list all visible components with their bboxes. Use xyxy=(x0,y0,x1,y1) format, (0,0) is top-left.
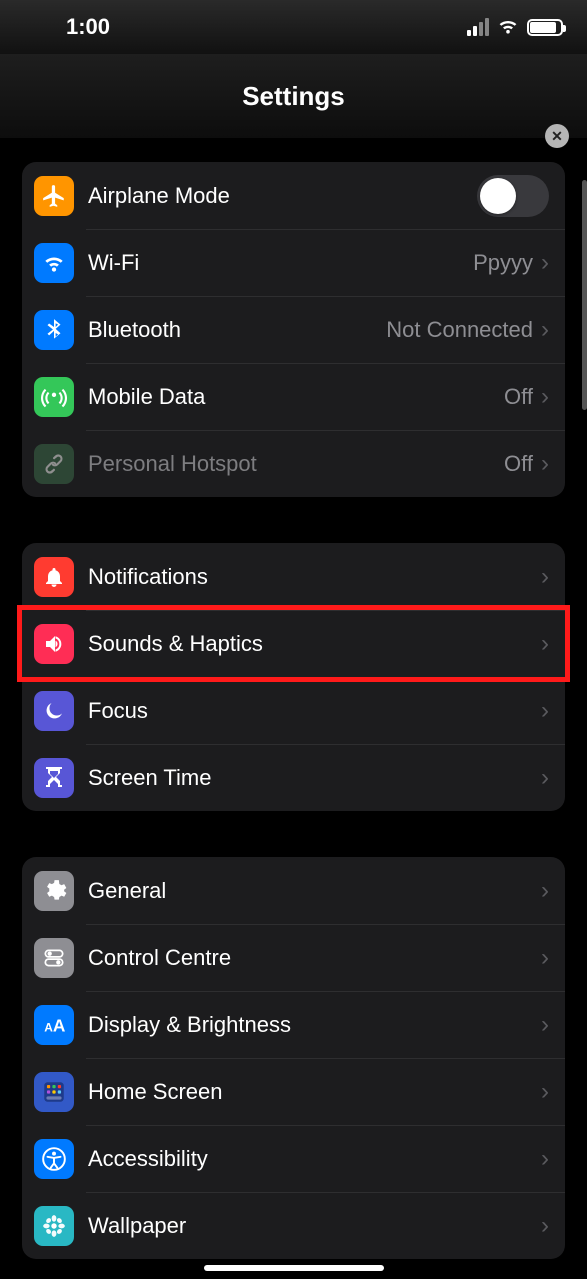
chevron-right-icon: › xyxy=(541,1011,549,1039)
status-time: 1:00 xyxy=(24,14,110,40)
row-label: Wi-Fi xyxy=(88,250,473,276)
row-label: Airplane Mode xyxy=(88,183,477,209)
airplane-toggle[interactable] xyxy=(477,175,549,217)
chevron-right-icon: › xyxy=(541,630,549,658)
close-icon[interactable]: ✕ xyxy=(545,124,569,148)
cellular-signal-icon xyxy=(467,18,489,36)
row-general[interactable]: General › xyxy=(22,857,565,924)
link-icon xyxy=(34,444,74,484)
chevron-right-icon: › xyxy=(541,944,549,972)
row-focus[interactable]: Focus › xyxy=(22,677,565,744)
row-label: Wallpaper xyxy=(88,1213,541,1239)
grid-icon xyxy=(34,1072,74,1112)
wifi-icon xyxy=(497,19,519,35)
row-label: Focus xyxy=(88,698,541,724)
battery-icon xyxy=(527,19,563,36)
settings-list[interactable]: Airplane Mode Wi-Fi Ppyyy › Bluetooth No… xyxy=(0,138,587,1279)
row-label: General xyxy=(88,878,541,904)
row-value: Off xyxy=(504,384,533,410)
row-label: Control Centre xyxy=(88,945,541,971)
row-screen-time[interactable]: Screen Time › xyxy=(22,744,565,811)
status-icons xyxy=(467,18,563,36)
row-bluetooth[interactable]: Bluetooth Not Connected › xyxy=(22,296,565,363)
scrollbar[interactable] xyxy=(582,180,587,410)
bluetooth-icon xyxy=(34,310,74,350)
row-label: Sounds & Haptics xyxy=(88,631,541,657)
row-label: Display & Brightness xyxy=(88,1012,541,1038)
home-indicator[interactable] xyxy=(204,1265,384,1271)
bell-icon xyxy=(34,557,74,597)
row-mobile-data[interactable]: Mobile Data Off › xyxy=(22,363,565,430)
row-value: Not Connected xyxy=(386,317,533,343)
flower-icon xyxy=(34,1206,74,1246)
airplane-icon xyxy=(34,176,74,216)
svg-text:A: A xyxy=(44,1020,53,1034)
row-label: Personal Hotspot xyxy=(88,451,504,477)
row-accessibility[interactable]: Accessibility › xyxy=(22,1125,565,1192)
row-airplane-mode[interactable]: Airplane Mode xyxy=(22,162,565,229)
page-title: Settings xyxy=(242,81,345,112)
row-sounds-haptics[interactable]: Sounds & Haptics › xyxy=(22,610,565,677)
row-display-brightness[interactable]: AA Display & Brightness › xyxy=(22,991,565,1058)
chevron-right-icon: › xyxy=(541,697,549,725)
row-wifi[interactable]: Wi-Fi Ppyyy › xyxy=(22,229,565,296)
chevron-right-icon: › xyxy=(541,383,549,411)
hourglass-icon xyxy=(34,758,74,798)
chevron-right-icon: › xyxy=(541,1078,549,1106)
row-control-centre[interactable]: Control Centre › xyxy=(22,924,565,991)
chevron-right-icon: › xyxy=(541,1145,549,1173)
chevron-right-icon: › xyxy=(541,877,549,905)
header: Settings ✕ xyxy=(0,54,587,138)
row-personal-hotspot[interactable]: Personal Hotspot Off › xyxy=(22,430,565,497)
chevron-right-icon: › xyxy=(541,249,549,277)
wifi-icon xyxy=(34,243,74,283)
moon-icon xyxy=(34,691,74,731)
status-bar: 1:00 xyxy=(0,0,587,54)
row-value: Ppyyy xyxy=(473,250,533,276)
chevron-right-icon: › xyxy=(541,764,549,792)
row-label: Notifications xyxy=(88,564,541,590)
row-home-screen[interactable]: Home Screen › xyxy=(22,1058,565,1125)
group-attention: Notifications › Sounds & Haptics › Focus… xyxy=(22,543,565,811)
speaker-icon xyxy=(34,624,74,664)
row-label: Home Screen xyxy=(88,1079,541,1105)
chevron-right-icon: › xyxy=(541,563,549,591)
row-value: Off xyxy=(504,451,533,477)
antenna-icon xyxy=(34,377,74,417)
chevron-right-icon: › xyxy=(541,316,549,344)
chevron-right-icon: › xyxy=(541,1212,549,1240)
chevron-right-icon: › xyxy=(541,450,549,478)
group-system: General › Control Centre › AA Display & … xyxy=(22,857,565,1259)
group-connectivity: Airplane Mode Wi-Fi Ppyyy › Bluetooth No… xyxy=(22,162,565,497)
row-label: Bluetooth xyxy=(88,317,386,343)
text-size-icon: AA xyxy=(34,1005,74,1045)
svg-text:A: A xyxy=(53,1015,66,1035)
row-label: Screen Time xyxy=(88,765,541,791)
gear-icon xyxy=(34,871,74,911)
row-wallpaper[interactable]: Wallpaper › xyxy=(22,1192,565,1259)
row-notifications[interactable]: Notifications › xyxy=(22,543,565,610)
person-icon xyxy=(34,1139,74,1179)
row-label: Mobile Data xyxy=(88,384,504,410)
row-label: Accessibility xyxy=(88,1146,541,1172)
switches-icon xyxy=(34,938,74,978)
